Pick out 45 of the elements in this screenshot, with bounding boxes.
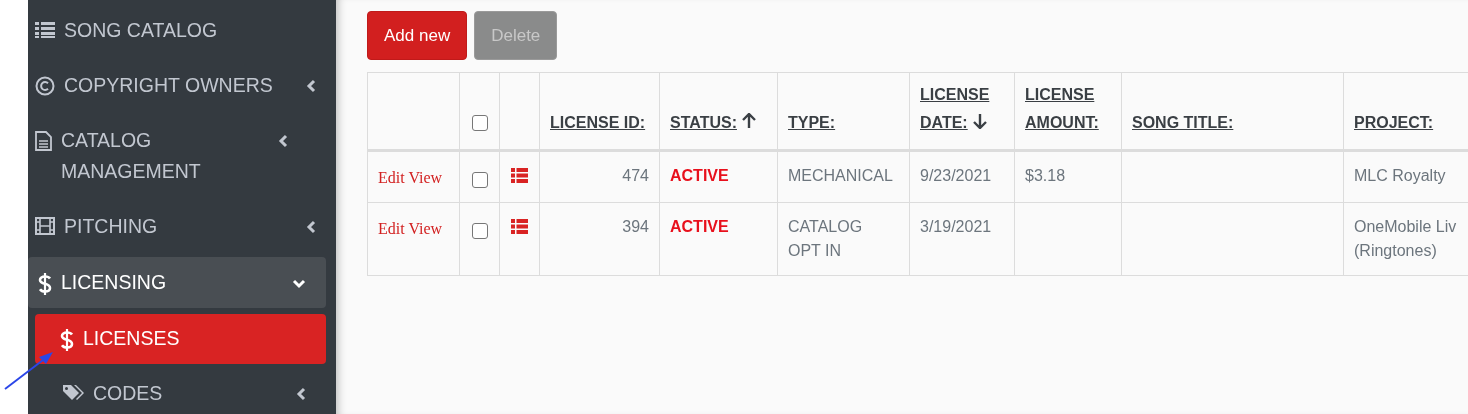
table-cell: 9/23/2021 bbox=[920, 167, 992, 184]
edit-link[interactable]: Edit bbox=[378, 220, 405, 237]
copyright-icon bbox=[35, 76, 55, 96]
annotation-arrow bbox=[3, 349, 55, 391]
edit-link[interactable]: Edit bbox=[378, 169, 405, 186]
table-cell: 394 bbox=[622, 218, 649, 235]
sidebar-item[interactable]: LICENSING bbox=[28, 257, 326, 308]
view-link[interactable]: View bbox=[408, 169, 443, 186]
column-header[interactable]: SONG TITLE: bbox=[1132, 109, 1234, 137]
chevron-left-icon bbox=[278, 134, 288, 148]
sidebar-item[interactable]: SONG CATALOG bbox=[28, 3, 336, 58]
dollar-icon bbox=[60, 329, 74, 351]
select-all-checkbox[interactable] bbox=[471, 115, 488, 131]
row-checkbox[interactable] bbox=[471, 171, 488, 188]
chevron-left-icon bbox=[306, 220, 316, 234]
dollar-icon bbox=[38, 273, 52, 295]
status-label: ACTIVE bbox=[670, 218, 729, 235]
table-cell-text: OneMobile Liv (Ringtones) bbox=[1354, 217, 1458, 261]
chevron-left-icon bbox=[306, 79, 316, 93]
chevron-left-icon bbox=[296, 387, 306, 401]
list-icon[interactable] bbox=[511, 168, 528, 183]
list-icon[interactable] bbox=[511, 219, 528, 234]
add-button[interactable]: Add new bbox=[367, 11, 468, 60]
table-cell-text: MLC Royalty bbox=[1354, 166, 1446, 186]
sort-down-icon bbox=[972, 113, 987, 129]
sidebar-item[interactable]: CATALOG MANAGEMENT bbox=[28, 113, 336, 199]
chevron-down-icon bbox=[292, 279, 306, 289]
tag-icon bbox=[62, 384, 84, 402]
sidebar-item[interactable]: PITCHING bbox=[28, 199, 336, 254]
sidebar-item[interactable]: COPYRIGHT OWNERS bbox=[28, 58, 336, 113]
column-header[interactable]: TYPE: bbox=[788, 109, 836, 137]
table-cell: 474 bbox=[622, 167, 649, 184]
view-link[interactable]: View bbox=[408, 220, 443, 237]
sidebar-item[interactable]: CODES bbox=[35, 366, 326, 409]
film-icon bbox=[35, 217, 55, 235]
table-cell: $3.18 bbox=[1025, 167, 1066, 184]
list-icon bbox=[35, 21, 55, 39]
sidebar-item[interactable]: LICENSES bbox=[35, 314, 326, 364]
table-cell: 3/19/2021 bbox=[920, 218, 992, 235]
table-cell-text: MECHANICAL bbox=[788, 166, 893, 186]
sort-up-icon bbox=[741, 113, 756, 129]
table-cell-text: CATALOG OPT IN bbox=[788, 217, 864, 261]
row-checkbox[interactable] bbox=[471, 222, 488, 239]
status-label: ACTIVE bbox=[670, 167, 729, 184]
file-icon bbox=[35, 131, 52, 151]
